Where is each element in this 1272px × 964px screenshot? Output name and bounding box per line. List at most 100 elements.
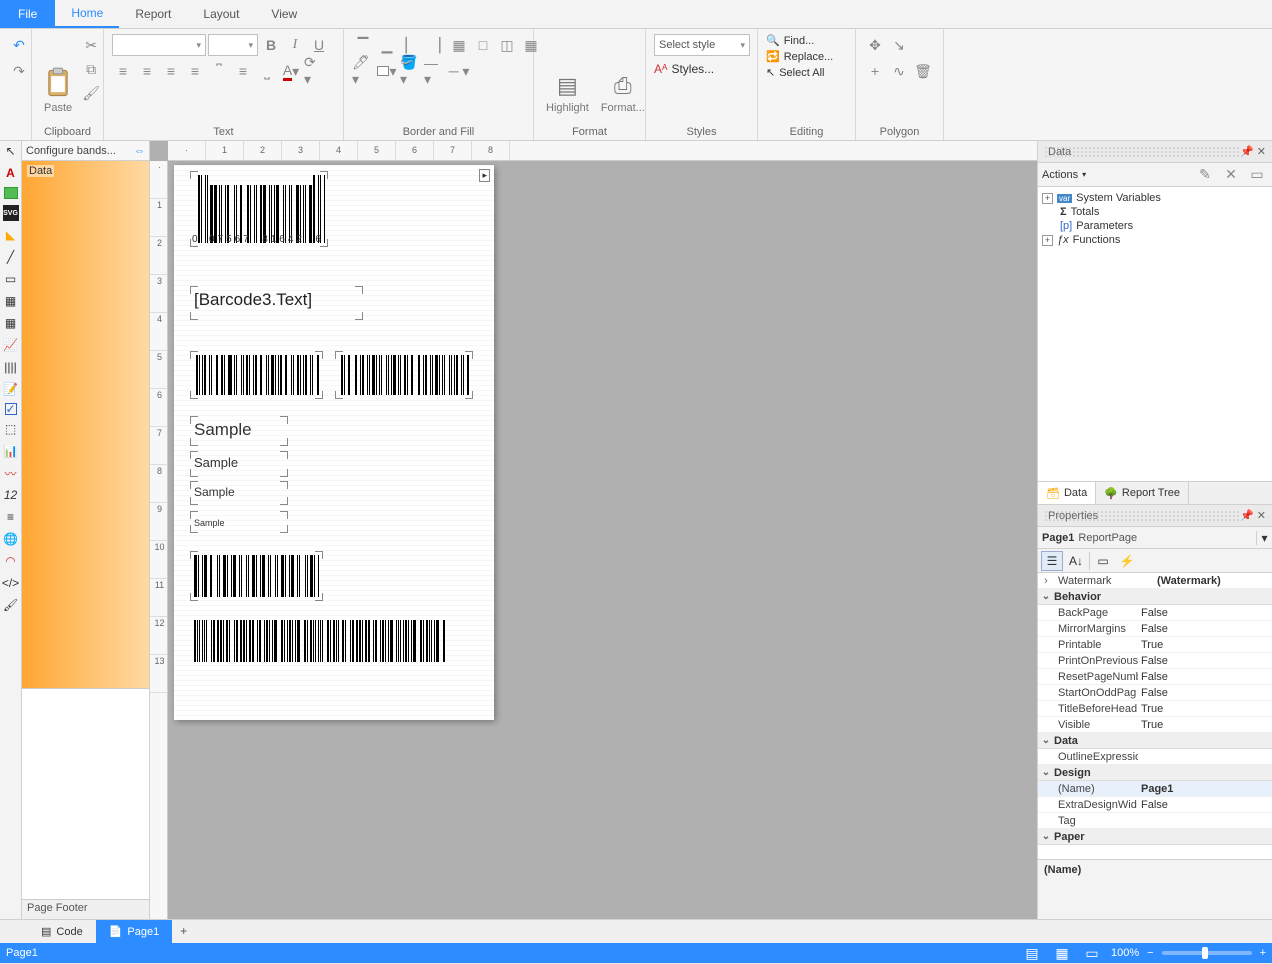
- menu-file[interactable]: File: [0, 0, 55, 28]
- barcode-code39[interactable]: document.write(Array.from({length:52},(_…: [194, 555, 319, 597]
- picture-tool-icon[interactable]: [4, 187, 18, 199]
- prop-sort-icon[interactable]: A↓: [1065, 551, 1087, 571]
- fill-color-icon[interactable]: ▾: [376, 60, 398, 82]
- prop-row[interactable]: TitleBeforeHeadTrue: [1038, 701, 1272, 717]
- align-center-icon[interactable]: ≡: [136, 60, 158, 82]
- prop-cat-data[interactable]: ⌄Data: [1038, 733, 1272, 749]
- line-tool-icon[interactable]: ╱: [3, 249, 19, 265]
- prop-row[interactable]: Tag: [1038, 813, 1272, 829]
- border-all-icon[interactable]: ▦: [448, 34, 470, 56]
- sample-text-2[interactable]: Sample: [194, 455, 284, 473]
- prop-events-icon[interactable]: ⚡: [1116, 551, 1138, 571]
- poly-point-icon[interactable]: ↘: [888, 34, 910, 56]
- line-style-icon[interactable]: ─ ▾: [448, 60, 470, 82]
- italic-button[interactable]: I: [284, 34, 306, 56]
- table-tool-icon[interactable]: ▦: [3, 293, 19, 309]
- font-size-combo[interactable]: ▾: [208, 34, 258, 56]
- action-edit-icon[interactable]: ✎: [1194, 164, 1216, 186]
- tree-parameters[interactable]: [p]Parameters: [1060, 219, 1268, 233]
- format-button[interactable]: ⎙ Format...: [597, 34, 649, 116]
- canvas[interactable]: ·12345678 ·12345678910111213 ▸ document.…: [150, 141, 1037, 919]
- font-family-combo[interactable]: ▾: [112, 34, 206, 56]
- pin-icon[interactable]: 📌 ✕: [1240, 145, 1266, 158]
- map-tool-icon[interactable]: 🌐: [3, 531, 19, 547]
- tab-page1[interactable]: 📄Page1: [96, 920, 173, 943]
- replace-button[interactable]: 🔁Replace...: [766, 50, 833, 63]
- tree-functions[interactable]: +ƒxFunctions: [1042, 233, 1268, 247]
- valign-middle-icon[interactable]: ≡: [232, 60, 254, 82]
- select-style-combo[interactable]: Select style▾: [654, 34, 750, 56]
- prop-row[interactable]: BackPageFalse: [1038, 605, 1272, 621]
- prop-row[interactable]: PrintOnPreviousFalse: [1038, 653, 1272, 669]
- action-delete-icon[interactable]: ✕: [1220, 164, 1242, 186]
- pointer-tool-icon[interactable]: ↖: [3, 143, 19, 159]
- prop-row[interactable]: VisibleTrue: [1038, 717, 1272, 733]
- signature-tool-icon[interactable]: ◠: [3, 553, 19, 569]
- prop-cat-design[interactable]: ⌄Design: [1038, 765, 1272, 781]
- styles-button[interactable]: Aᴬ Styles...: [654, 62, 714, 76]
- format-painter-icon[interactable]: 🖌: [80, 82, 102, 104]
- border-left-icon[interactable]: ▏: [400, 34, 422, 56]
- richtext-tool-icon[interactable]: 📝: [3, 381, 19, 397]
- barcode-upc[interactable]: document.write(Array.from({length:56},(_…: [194, 175, 324, 243]
- align-justify-icon[interactable]: ≡: [184, 60, 206, 82]
- prop-cat-paper[interactable]: ⌄Paper: [1038, 829, 1272, 845]
- poly-bezier-icon[interactable]: ∿: [888, 60, 910, 82]
- zoom-out-button[interactable]: −: [1147, 947, 1153, 959]
- redo-icon[interactable]: ↷: [8, 60, 30, 82]
- prop-row[interactable]: ExtraDesignWidFalse: [1038, 797, 1272, 813]
- report-page[interactable]: ▸ document.write(Array.from({length:56},…: [174, 165, 494, 720]
- valign-bottom-icon[interactable]: ⎵: [256, 60, 278, 82]
- menu-layout[interactable]: Layout: [187, 0, 255, 28]
- action-view-icon[interactable]: ▭: [1246, 164, 1268, 186]
- chevron-down-icon[interactable]: ▾: [1256, 531, 1272, 545]
- highlight-button[interactable]: ▤ Highlight: [542, 34, 593, 116]
- barcode-tool-icon[interactable]: ||||: [3, 359, 19, 375]
- prop-row[interactable]: StartOnOddPagFalse: [1038, 685, 1272, 701]
- view-mode-1-icon[interactable]: ▤: [1021, 942, 1043, 964]
- add-page-button[interactable]: +: [172, 920, 195, 943]
- html-tool-icon[interactable]: </>: [3, 575, 19, 591]
- poly-add-icon[interactable]: +: [864, 60, 886, 82]
- zoom-slider[interactable]: [1162, 951, 1252, 955]
- copy-icon[interactable]: ⧉: [80, 58, 102, 80]
- cellular-tool-icon[interactable]: ⬚: [3, 421, 19, 437]
- property-object-selector[interactable]: Page1 ReportPage ▾: [1038, 527, 1272, 549]
- line-color-icon[interactable]: 🖊 ▾: [352, 60, 374, 82]
- view-mode-2-icon[interactable]: ▦: [1051, 942, 1073, 964]
- prop-pages-icon[interactable]: ▭: [1092, 551, 1114, 571]
- prop-cat-behavior[interactable]: ⌄Behavior: [1038, 589, 1272, 605]
- sample-text-3[interactable]: Sample: [194, 485, 284, 501]
- band-page-footer[interactable]: Page Footer: [22, 899, 149, 919]
- digital-tool-icon[interactable]: 12: [3, 487, 19, 503]
- tab-data[interactable]: 🗃Data: [1038, 482, 1096, 504]
- prop-row-watermark[interactable]: ›Watermark(Watermark): [1038, 573, 1272, 589]
- tree-totals[interactable]: ΣTotals: [1060, 205, 1268, 219]
- menu-home[interactable]: Home: [55, 0, 119, 28]
- sample-text-1[interactable]: Sample: [194, 420, 284, 442]
- border-none-icon[interactable]: □: [472, 34, 494, 56]
- pin-icon-2[interactable]: 📌 ✕: [1240, 509, 1266, 522]
- valign-top-icon[interactable]: ⎴: [208, 60, 230, 82]
- barcode-code128-2[interactable]: document.write(Array.from({length:62},(_…: [339, 355, 469, 395]
- line-width-icon[interactable]: — ▾: [424, 60, 446, 82]
- band-data[interactable]: Data: [22, 161, 149, 689]
- rotate-icon[interactable]: ⟳ ▾: [304, 60, 326, 82]
- poly-move-icon[interactable]: ✥: [864, 34, 886, 56]
- bold-button[interactable]: B: [260, 34, 282, 56]
- border-shadow-icon[interactable]: ◫: [496, 34, 518, 56]
- undo-icon[interactable]: ↶: [8, 34, 30, 56]
- prop-categorize-icon[interactable]: ☰: [1041, 551, 1063, 571]
- configure-bands-button[interactable]: Configure bands... ⇔: [22, 141, 149, 161]
- matrix-tool-icon[interactable]: ▦: [3, 315, 19, 331]
- tree-system-variables[interactable]: +varSystem Variables: [1042, 191, 1268, 205]
- shape-tool-icon[interactable]: ◣: [3, 227, 19, 243]
- brush-tool-icon[interactable]: 🖌: [3, 597, 19, 613]
- svg-tool-icon[interactable]: SVG: [3, 205, 19, 221]
- subreport-tool-icon[interactable]: ▭: [3, 271, 19, 287]
- fill-bucket-icon[interactable]: 🪣 ▾: [400, 60, 422, 82]
- zip-tool-icon[interactable]: ≡: [3, 509, 19, 525]
- border-top-icon[interactable]: ▔: [352, 34, 374, 56]
- zoom-in-button[interactable]: +: [1260, 947, 1266, 959]
- poly-delete-icon[interactable]: 🗑: [912, 60, 934, 82]
